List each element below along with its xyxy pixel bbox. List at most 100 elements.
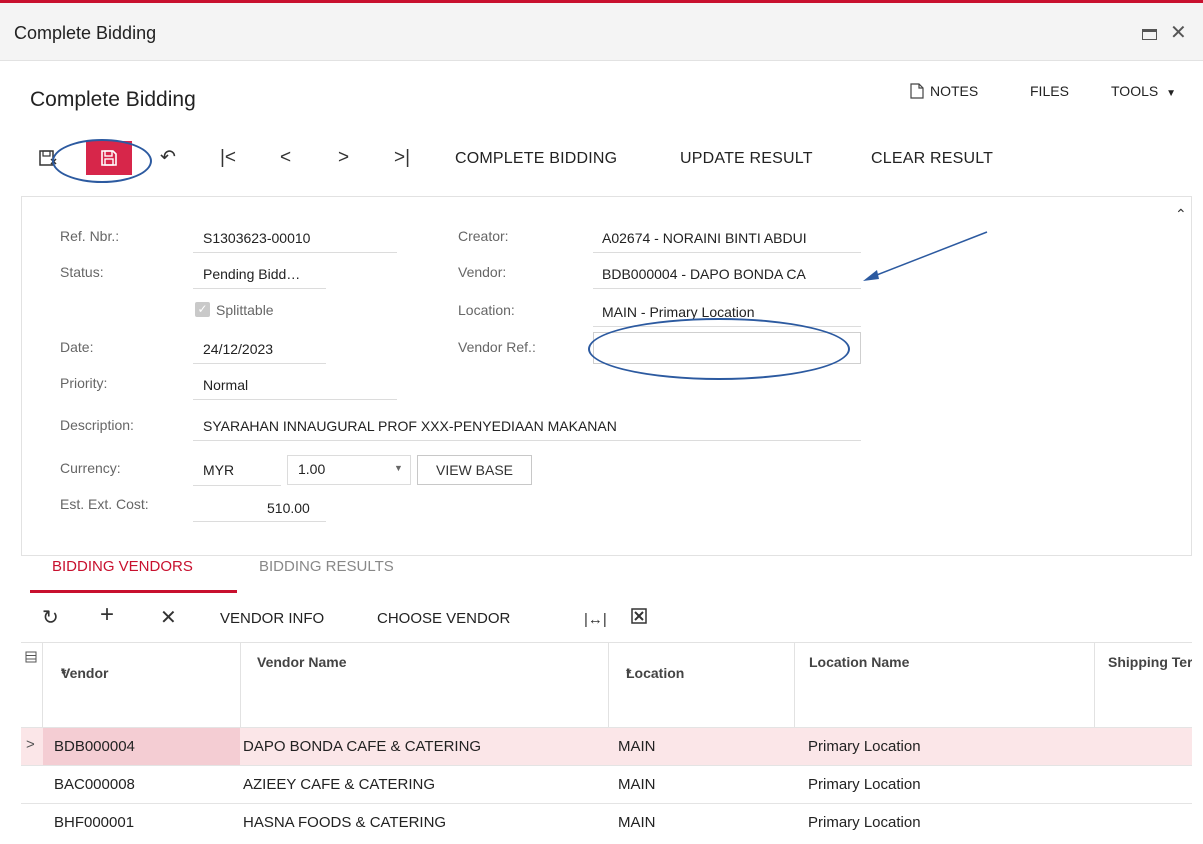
notes-button[interactable]: NOTES — [910, 83, 978, 99]
currency-underline — [193, 485, 281, 486]
cell-vendor[interactable]: BHF000001 — [54, 814, 134, 831]
first-record-button[interactable]: |< — [220, 148, 236, 167]
priority-field[interactable]: Normal — [203, 377, 248, 393]
view-base-button[interactable]: VIEW BASE — [417, 455, 532, 485]
table-row[interactable]: > BDB000004 DAPO BONDA CAFE & CATERING M… — [21, 727, 1192, 765]
currency-label: Currency: — [60, 460, 121, 476]
table-row[interactable]: BHF000001 HASNA FOODS & CATERING MAIN Pr… — [21, 803, 1192, 841]
check-icon: ✓ — [197, 302, 208, 316]
close-icon: ✕ — [160, 607, 177, 629]
add-row-button[interactable]: + — [100, 603, 114, 627]
creator-underline — [593, 252, 861, 253]
excel-icon — [631, 608, 647, 624]
currency-rate-value: 1.00 — [298, 461, 326, 477]
export-excel-button[interactable] — [631, 608, 647, 628]
description-field[interactable]: SYARAHAN INNAUGURAL PROF XXX-PENYEDIAAN … — [203, 418, 617, 434]
last-record-button[interactable]: >| — [394, 148, 410, 167]
undo-button[interactable]: ↶ — [160, 148, 176, 167]
files-button[interactable]: FILES — [1030, 83, 1069, 99]
previous-record-button[interactable]: < — [280, 148, 291, 167]
table-row[interactable]: BAC000008 AZIEEY CAFE & CATERING MAIN Pr… — [21, 765, 1192, 803]
date-underline — [193, 363, 326, 364]
vendor-field[interactable]: BDB000004 - DAPO BONDA CA — [602, 266, 806, 282]
currency-rate-select[interactable]: 1.00 ▼ — [287, 455, 411, 485]
creator-label: Creator: — [458, 228, 509, 244]
cell-location-name: Primary Location — [808, 814, 921, 831]
tab-bidding-results[interactable]: BIDDING RESULTS — [259, 558, 394, 575]
tools-label: TOOLS — [1111, 83, 1159, 99]
cell-vendor[interactable]: BDB000004 — [54, 738, 135, 755]
est-ext-cost-underline — [193, 521, 326, 522]
currency-field[interactable]: MYR — [203, 462, 234, 478]
description-underline — [193, 440, 861, 441]
status-underline — [193, 288, 326, 289]
next-record-button[interactable]: > — [338, 148, 349, 167]
tab-bidding-vendors[interactable]: BIDDING VENDORS — [52, 558, 193, 575]
refresh-icon: ↻ — [42, 607, 59, 629]
notes-icon — [910, 83, 924, 99]
column-header-shipping-terms[interactable]: Shipping Ter — [1095, 643, 1192, 727]
grid-toolbar: ↻ + ✕ VENDOR INFO CHOOSE VENDOR |↔| — [21, 594, 1192, 642]
notes-label: NOTES — [930, 83, 979, 99]
update-result-button[interactable]: UPDATE RESULT — [680, 150, 813, 168]
close-icon: ✕ — [1170, 22, 1187, 44]
cell-location-name: Primary Location — [808, 738, 921, 755]
ref-nbr-field[interactable]: S1303623-00010 — [203, 230, 310, 246]
column-header-location-name[interactable]: Location Name — [795, 643, 1095, 727]
cell-vendor-name: HASNA FOODS & CATERING — [243, 814, 447, 831]
column-header-vendor-label: Vendor — [61, 665, 109, 681]
annotation-ellipse — [588, 318, 850, 380]
status-field[interactable]: Pending Bidd… — [203, 266, 300, 282]
column-header-vendor-name-label: Vendor Name — [257, 654, 347, 670]
creator-field[interactable]: A02674 - NORAINI BINTI ABDUI — [602, 230, 807, 246]
cell-location[interactable]: MAIN — [618, 738, 656, 755]
row-selector-header[interactable] — [21, 643, 43, 727]
page-title: Complete Bidding — [30, 88, 196, 111]
fit-columns-button[interactable]: |↔| — [584, 610, 607, 630]
column-header-location-label: Location — [626, 665, 685, 681]
maximize-button[interactable] — [1142, 29, 1157, 40]
column-header-location[interactable]: * Location — [609, 643, 795, 727]
date-label: Date: — [60, 339, 94, 355]
column-header-location-name-label: Location Name — [809, 654, 910, 670]
complete-bidding-button[interactable]: COMPLETE BIDDING — [455, 150, 617, 168]
date-field[interactable]: 24/12/2023 — [203, 341, 273, 357]
description-label: Description: — [60, 417, 134, 433]
fit-columns-icon: |↔| — [584, 611, 607, 628]
est-ext-cost-field: 510.00 — [267, 500, 310, 516]
tools-button[interactable]: TOOLS ▼ — [1111, 83, 1176, 99]
chevron-right-icon: > — [26, 736, 35, 753]
bidding-vendors-grid: * Vendor Vendor Name * Location Location N… — [21, 642, 1192, 844]
refresh-button[interactable]: ↻ — [42, 608, 59, 628]
choose-vendor-button[interactable]: CHOOSE VENDOR — [377, 610, 510, 627]
close-button[interactable]: ✕ — [1170, 22, 1187, 44]
vendor-label: Vendor: — [458, 264, 507, 280]
vendor-ref-label: Vendor Ref.: — [458, 339, 536, 355]
column-header-vendor[interactable]: * Vendor — [43, 643, 241, 727]
vendor-underline — [593, 288, 861, 289]
cell-vendor-name: DAPO BONDA CAFE & CATERING — [243, 738, 482, 755]
files-label: FILES — [1030, 83, 1069, 99]
priority-label: Priority: — [60, 375, 108, 391]
column-header-vendor-name[interactable]: Vendor Name — [241, 643, 609, 727]
cell-vendor[interactable]: BAC000008 — [54, 776, 135, 793]
vendor-info-button[interactable]: VENDOR INFO — [220, 610, 324, 627]
splittable-label: Splittable — [216, 302, 274, 318]
collapse-button[interactable]: ⌃ — [1175, 206, 1187, 223]
cell-vendor-name: AZIEEY CAFE & CATERING — [243, 776, 435, 793]
plus-icon: + — [100, 601, 115, 628]
location-label: Location: — [458, 302, 515, 318]
caret-down-icon: ▼ — [394, 463, 403, 473]
window-title: Complete Bidding — [14, 23, 157, 43]
splittable-checkbox[interactable]: ✓ — [195, 302, 210, 317]
chevron-up-icon: ⌃ — [1175, 206, 1187, 222]
ref-nbr-label: Ref. Nbr.: — [60, 228, 120, 244]
ref-nbr-underline — [193, 252, 397, 253]
undo-icon: ↶ — [160, 147, 176, 168]
clear-result-button[interactable]: CLEAR RESULT — [871, 150, 993, 168]
delete-row-button[interactable]: ✕ — [160, 608, 177, 628]
cell-location[interactable]: MAIN — [618, 776, 656, 793]
column-header-shipping-terms-label: Shipping Ter — [1108, 654, 1192, 670]
priority-underline — [193, 399, 397, 400]
cell-location[interactable]: MAIN — [618, 814, 656, 831]
